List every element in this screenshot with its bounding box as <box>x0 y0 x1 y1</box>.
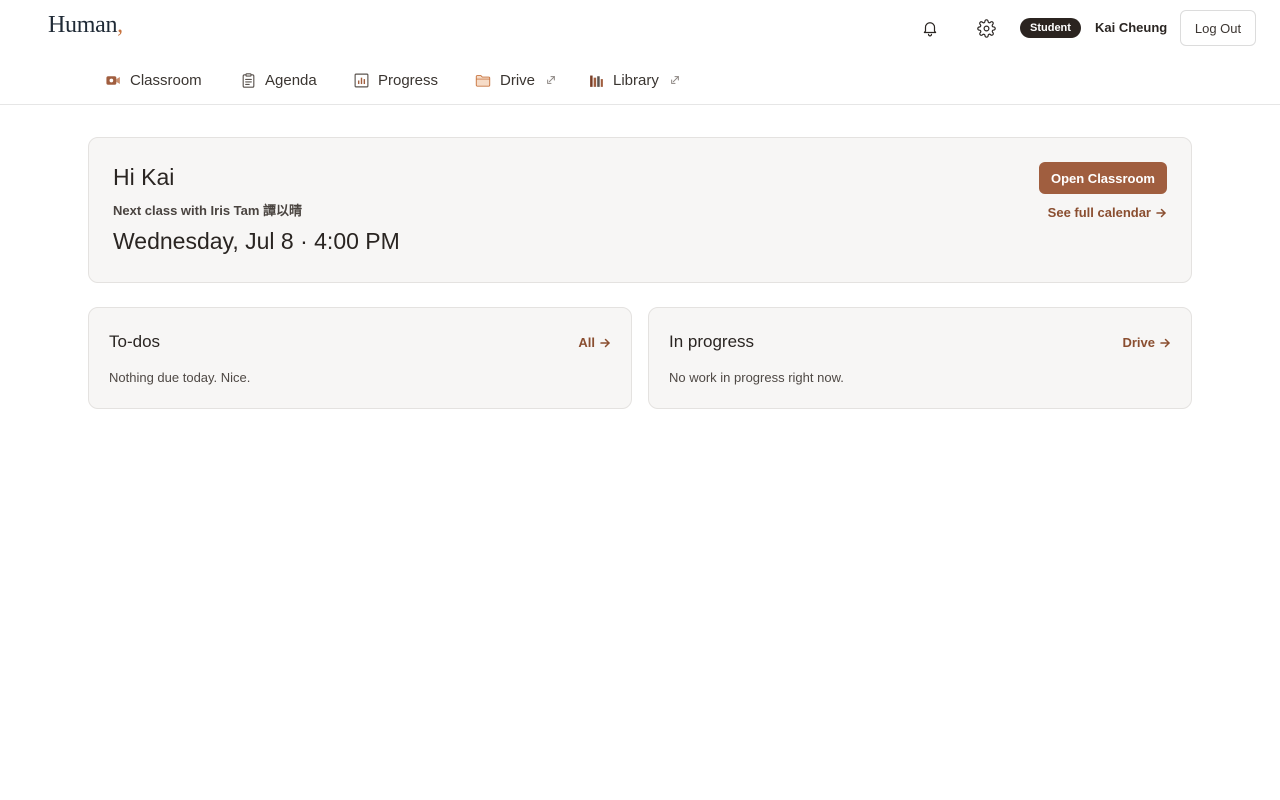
nav-label-drive: Drive <box>500 71 536 89</box>
books-icon <box>590 75 603 87</box>
next-class-card: Hi Kai Next class with Iris Tam 譚以晴 Wedn… <box>88 137 1192 283</box>
in-progress-drive-link[interactable]: Drive <box>1122 335 1171 350</box>
role-badge: Student <box>1020 18 1081 38</box>
user-name: Kai Cheung <box>1095 20 1168 35</box>
clipboard-icon <box>242 72 255 88</box>
in-progress-empty-state: No work in progress right now. <box>669 370 844 385</box>
arrow-right-icon <box>1160 338 1170 347</box>
nav-label-library: Library <box>613 71 659 89</box>
next-class-teacher: Next class with Iris Tam 譚以晴 <box>113 203 303 218</box>
folder-icon <box>475 74 491 87</box>
see-full-calendar-link[interactable]: See full calendar <box>1048 205 1167 220</box>
arrow-right-icon <box>1156 208 1166 217</box>
nav-item-drive[interactable]: Drive <box>474 70 556 90</box>
settings-button[interactable] <box>972 14 1000 42</box>
nav-label-progress: Progress <box>378 71 439 89</box>
top-bar: Human, Student Kai Cheung Log Out <box>0 0 1280 56</box>
todos-empty-state: Nothing due today. Nice. <box>109 370 251 385</box>
nav-label-agenda: Agenda <box>265 71 317 89</box>
see-full-calendar-label: See full calendar <box>1047 205 1151 220</box>
arrow-right-icon <box>600 338 610 347</box>
bar-chart-icon <box>354 73 369 87</box>
brand-mark: , <box>117 12 123 38</box>
nav-item-agenda[interactable]: Agenda <box>240 70 317 90</box>
gear-icon <box>976 18 996 38</box>
bell-icon <box>923 22 937 37</box>
open-classroom-button[interactable]: Open Classroom <box>1038 162 1167 194</box>
greeting-heading: Hi Kai <box>113 164 175 190</box>
video-camera-icon <box>106 75 120 85</box>
brand-name: Human <box>48 12 118 38</box>
in-progress-drive-label: Drive <box>1122 335 1155 350</box>
in-progress-title: In progress <box>669 332 755 351</box>
main-nav: Classroom Agenda Progress Drive Library <box>0 56 1280 105</box>
notifications-button[interactable] <box>916 14 944 42</box>
in-progress-card: In progress Drive No work in progress ri… <box>648 307 1192 409</box>
todos-card: To-dos All Nothing due today. Nice. <box>88 307 632 409</box>
nav-label-classroom: Classroom <box>130 71 202 89</box>
nav-item-library[interactable]: Library <box>588 70 680 90</box>
logout-button[interactable]: Log Out <box>1180 10 1256 46</box>
todos-title: To-dos <box>109 332 161 351</box>
nav-item-progress[interactable]: Progress <box>353 70 438 90</box>
todos-all-label: All <box>578 335 595 350</box>
next-class-datetime: Wednesday, Jul 8 · 4:00 PM <box>113 228 400 254</box>
brand-logo[interactable]: Human, <box>48 12 123 39</box>
nav-item-classroom[interactable]: Classroom <box>105 70 202 90</box>
external-link-icon <box>670 75 680 85</box>
todos-all-link[interactable]: All <box>578 335 611 350</box>
external-link-icon <box>546 75 556 85</box>
